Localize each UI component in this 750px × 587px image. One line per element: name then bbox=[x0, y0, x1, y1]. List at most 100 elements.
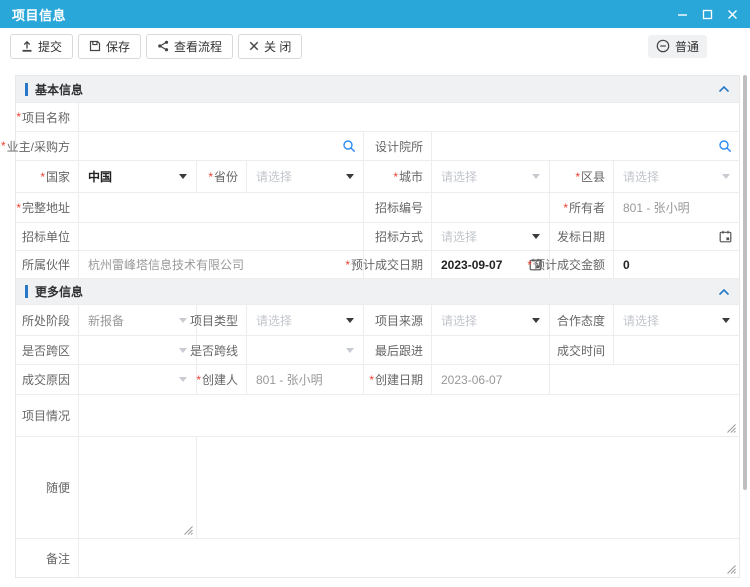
partner-value: 杭州雷峰塔信息技术有限公司 bbox=[78, 251, 363, 278]
cooperation-attitude-select[interactable]: 请选择 bbox=[613, 305, 739, 335]
resize-grip-icon[interactable] bbox=[727, 424, 736, 433]
minimize-icon[interactable] bbox=[676, 8, 688, 20]
last-follow-up-value bbox=[431, 336, 549, 364]
field-label-owner-purchaser: *业主/采购方 bbox=[16, 132, 78, 160]
stage-select[interactable]: 新报备 bbox=[78, 305, 196, 335]
save-icon bbox=[89, 40, 101, 52]
field-label-expected-deal-amount: *预计成交金额 bbox=[549, 251, 613, 278]
close-icon bbox=[249, 41, 259, 51]
field-label-issue-date: 发标日期 bbox=[549, 223, 613, 250]
project-name-input[interactable] bbox=[78, 103, 739, 131]
country-select[interactable]: 中国 bbox=[78, 161, 196, 192]
field-label-province: *省份 bbox=[196, 161, 246, 192]
chevron-down-icon bbox=[532, 174, 540, 179]
field-label-bid-method: 招标方式 bbox=[363, 223, 431, 250]
empty-cell bbox=[196, 437, 739, 538]
resize-grip-icon[interactable] bbox=[184, 526, 193, 535]
field-label-deal-time: 成交时间 bbox=[549, 336, 613, 364]
section-header-more: 更多信息 bbox=[16, 278, 739, 304]
owner-purchaser-lookup[interactable] bbox=[78, 132, 363, 160]
district-select[interactable]: 请选择 bbox=[613, 161, 739, 192]
field-label-creator: *创建人 bbox=[196, 365, 246, 394]
expected-deal-amount-input[interactable]: 0 bbox=[613, 251, 739, 278]
window-title: 项目信息 bbox=[12, 5, 66, 24]
section-header-basic: 基本信息 bbox=[16, 76, 739, 102]
minus-circle-icon bbox=[656, 39, 670, 53]
field-label-deal-reason: 成交原因 bbox=[16, 365, 78, 394]
owner-value[interactable]: 801 - 张小明 bbox=[613, 193, 739, 222]
resize-grip-icon[interactable] bbox=[727, 565, 736, 574]
project-type-select[interactable]: 请选择 bbox=[246, 305, 363, 335]
deal-time-value bbox=[613, 336, 739, 364]
chevron-up-icon[interactable] bbox=[718, 85, 730, 93]
field-label-project-situation: 项目情况 bbox=[16, 395, 78, 436]
chevron-down-icon bbox=[346, 174, 354, 179]
chevron-down-icon bbox=[179, 348, 187, 353]
chevron-down-icon bbox=[722, 174, 730, 179]
toolbar: 提交 保存 查看流程 关 闭 普通 bbox=[0, 28, 750, 64]
create-date-value: 2023-06-07 bbox=[431, 365, 549, 394]
field-label-district: *区县 bbox=[549, 161, 613, 192]
field-label-last-follow-up: 最后跟进 bbox=[363, 336, 431, 364]
chevron-down-icon bbox=[346, 318, 354, 323]
remarks-textarea[interactable] bbox=[78, 539, 739, 577]
field-label-cooperation-attitude: 合作态度 bbox=[549, 305, 613, 335]
field-label-project-name: *项目名称 bbox=[16, 103, 78, 131]
chevron-up-icon[interactable] bbox=[718, 288, 730, 296]
project-form: 基本信息 *项目名称 *业主/采购方 设计院所 *国家 中国 *省份 bbox=[15, 75, 740, 578]
close-window-icon[interactable] bbox=[726, 8, 738, 20]
field-label-project-type: 项目类型 bbox=[196, 305, 246, 335]
section-accent-bar bbox=[25, 83, 28, 96]
casual-textarea[interactable] bbox=[78, 437, 196, 538]
field-label-bid-number: 招标编号 bbox=[363, 193, 431, 222]
submit-button[interactable]: 提交 bbox=[10, 34, 73, 59]
search-icon[interactable] bbox=[718, 139, 732, 153]
save-button[interactable]: 保存 bbox=[78, 34, 141, 59]
priority-badge[interactable]: 普通 bbox=[648, 35, 707, 58]
field-label-create-date: *创建日期 bbox=[363, 365, 431, 394]
upload-icon bbox=[21, 40, 33, 52]
field-label-remarks: 备注 bbox=[16, 539, 78, 577]
cross-region-select[interactable] bbox=[78, 336, 196, 364]
share-flow-icon bbox=[157, 40, 169, 52]
deal-reason-select[interactable] bbox=[78, 365, 196, 394]
field-label-city: *城市 bbox=[363, 161, 431, 192]
search-icon[interactable] bbox=[342, 139, 356, 153]
project-situation-textarea[interactable] bbox=[78, 395, 739, 436]
field-label-cross-region: 是否跨区 bbox=[16, 336, 78, 364]
bid-unit-input[interactable] bbox=[78, 223, 363, 250]
view-flow-button[interactable]: 查看流程 bbox=[146, 34, 233, 59]
field-label-full-address: *完整地址 bbox=[16, 193, 78, 222]
field-label-country: *国家 bbox=[16, 161, 78, 192]
design-institute-lookup[interactable] bbox=[431, 132, 739, 160]
field-label-expected-deal-date: *预计成交日期 bbox=[363, 251, 431, 278]
field-label-project-source: 项目来源 bbox=[363, 305, 431, 335]
field-label-partner: 所属伙伴 bbox=[16, 251, 78, 278]
maximize-icon[interactable] bbox=[701, 8, 713, 20]
city-select[interactable]: 请选择 bbox=[431, 161, 549, 192]
field-label-owner: *所有者 bbox=[549, 193, 613, 222]
field-label-casual: 随便 bbox=[16, 437, 78, 538]
vertical-scrollbar[interactable] bbox=[743, 75, 747, 490]
province-select[interactable]: 请选择 bbox=[246, 161, 363, 192]
bid-method-select[interactable]: 请选择 bbox=[431, 223, 549, 250]
bid-number-input[interactable] bbox=[431, 193, 549, 222]
chevron-down-icon bbox=[532, 318, 540, 323]
creator-value: 801 - 张小明 bbox=[246, 365, 363, 394]
project-source-select[interactable]: 请选择 bbox=[431, 305, 549, 335]
field-label-design-institute: 设计院所 bbox=[363, 132, 431, 160]
close-form-button[interactable]: 关 闭 bbox=[238, 34, 302, 59]
chevron-down-icon bbox=[532, 234, 540, 239]
issue-date-picker[interactable] bbox=[613, 223, 739, 250]
chevron-down-icon bbox=[722, 318, 730, 323]
chevron-down-icon bbox=[179, 174, 187, 179]
chevron-down-icon bbox=[179, 377, 187, 382]
field-label-bid-unit: 招标单位 bbox=[16, 223, 78, 250]
empty-cell bbox=[549, 365, 739, 394]
cross-line-select[interactable] bbox=[246, 336, 363, 364]
section-accent-bar bbox=[25, 285, 28, 298]
chevron-down-icon bbox=[179, 318, 187, 323]
calendar-icon[interactable] bbox=[719, 230, 732, 243]
chevron-down-icon bbox=[346, 348, 354, 353]
full-address-input[interactable] bbox=[78, 193, 363, 222]
